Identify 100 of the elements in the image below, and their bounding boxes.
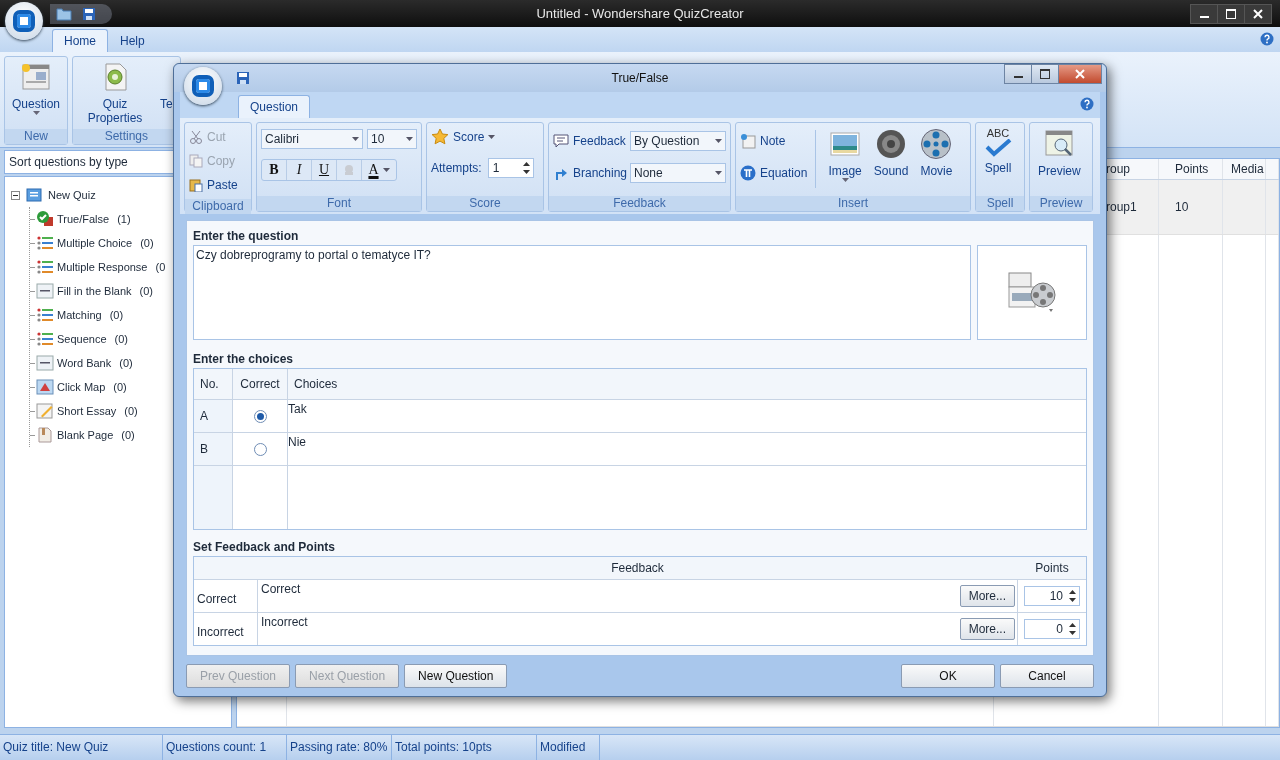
status-text: Quiz title: New Quiz (0, 735, 163, 760)
ribbon-button[interactable]: Image (824, 126, 866, 184)
radio-button[interactable] (253, 442, 267, 456)
list-icon (36, 259, 54, 275)
quiz-icon (26, 188, 42, 202)
star-icon (431, 128, 449, 146)
size-dropdown[interactable]: 10 (367, 129, 417, 149)
points-field[interactable]: 0 (1024, 619, 1080, 639)
list-icon (36, 307, 54, 323)
map-icon (36, 379, 54, 395)
save-icon[interactable] (82, 6, 96, 21)
cancel-button[interactable]: Cancel (1000, 664, 1094, 688)
folder-icon[interactable] (56, 6, 72, 21)
question-field[interactable]: Czy dobreprogramy to portal o tematyce IT? (193, 245, 971, 340)
column-header: Correct (233, 369, 288, 399)
spinner-icon (1069, 623, 1076, 635)
window-title: Untitled - Wondershare QuizCreator (535, 6, 745, 21)
italic-button[interactable]: I (287, 160, 312, 180)
tree-item[interactable]: True/False (57, 213, 110, 225)
more-button[interactable]: More... (959, 585, 1015, 607)
help-icon[interactable] (1260, 32, 1274, 46)
section-heading: Set Feedback and Points (193, 539, 337, 556)
ribbon-tab[interactable]: Home (52, 29, 108, 52)
font-color-button[interactable]: A (362, 160, 396, 180)
points-field[interactable]: 10 (1024, 586, 1080, 606)
ribbon-button[interactable]: Paste (189, 174, 247, 196)
feedback-field[interactable]: Correct (258, 580, 304, 612)
tree-item[interactable]: Blank Page (57, 429, 114, 441)
tree-item[interactable]: Word Bank (57, 357, 112, 369)
item-count: (0) (114, 333, 128, 345)
restore-button[interactable] (1217, 3, 1245, 24)
caret-icon (406, 137, 413, 141)
attempts-label: Attempts: (431, 161, 482, 175)
font-dropdown[interactable]: Calibri (261, 129, 363, 149)
tree-item[interactable]: Matching (57, 309, 102, 321)
ribbon-group: Score Attempts: 1 Score (426, 122, 544, 212)
ribbon-button[interactable]: Feedback (553, 130, 626, 152)
save-icon[interactable] (236, 71, 250, 85)
ribbon-button[interactable]: Movie (916, 126, 957, 180)
table-cell: 10 (1159, 180, 1223, 234)
ribbon-button[interactable]: Note (740, 130, 808, 152)
scissors-icon (189, 130, 203, 144)
minimize-button[interactable] (1004, 64, 1032, 84)
help-icon[interactable] (1080, 97, 1094, 111)
tree-item[interactable]: Click Map (57, 381, 106, 393)
ribbon-group: Preview Preview (1029, 122, 1093, 212)
ribbon-button[interactable]: Branching (553, 162, 628, 184)
ribbon-button[interactable]: Te (156, 59, 177, 127)
tree-item[interactable]: Sequence (57, 333, 107, 345)
bold-button[interactable]: B (262, 160, 287, 180)
ribbon-button[interactable]: Question (8, 59, 65, 127)
close-button[interactable] (1244, 3, 1272, 24)
tree-item[interactable]: Fill in the Blank (57, 285, 132, 297)
radio-button[interactable] (253, 409, 267, 423)
ribbon-tab[interactable]: Question (238, 95, 311, 118)
pi-icon (740, 165, 756, 181)
ribbon-button[interactable]: Quiz Properties (76, 59, 155, 127)
status-text: Passing rate: 80% (287, 735, 392, 760)
question-icon (20, 61, 52, 93)
ribbon-group: Question New (4, 56, 69, 145)
page-icon (36, 427, 54, 443)
tree-item[interactable]: Multiple Choice (57, 237, 133, 249)
caret-icon (841, 178, 849, 182)
list-icon (36, 235, 54, 251)
collapse-icon[interactable] (11, 190, 20, 200)
close-icon (1253, 8, 1263, 19)
column-header: Points (1034, 561, 1070, 575)
item-count: (0) (119, 357, 133, 369)
column-header[interactable]: Media (1223, 159, 1266, 179)
spell-button[interactable]: ABC Spell (980, 126, 1016, 177)
minimize-button[interactable] (1190, 3, 1218, 24)
spinner-icon (522, 162, 530, 174)
more-button[interactable]: More... (959, 618, 1015, 640)
section-heading: Enter the question (193, 228, 300, 245)
close-icon (1075, 69, 1085, 79)
attempts-field[interactable]: 1 (487, 158, 534, 178)
preview-button[interactable]: Preview (1034, 126, 1085, 180)
ribbon-tab[interactable]: Help (108, 29, 157, 52)
score-button[interactable]: Score (431, 126, 539, 148)
note-icon (740, 133, 756, 149)
column-header[interactable]: Points (1159, 159, 1223, 179)
maximize-button[interactable] (1031, 64, 1059, 84)
nav-button[interactable]: New Question (404, 664, 508, 688)
feedback-dropdown[interactable]: None (630, 163, 726, 183)
ok-button[interactable]: OK (901, 664, 995, 688)
feedback-field[interactable]: Incorrect (258, 613, 311, 645)
tree-item[interactable]: Multiple Response (57, 261, 148, 273)
app-logo-icon[interactable] (184, 67, 222, 105)
item-count: (1) (117, 213, 131, 225)
tree-item[interactable]: New Quiz (48, 189, 96, 201)
feedback-dropdown[interactable]: By Question (630, 131, 726, 151)
app-logo-icon[interactable] (5, 2, 43, 40)
status-text: Total points: 10pts (392, 735, 537, 760)
ribbon-button[interactable]: Equation (740, 162, 808, 184)
tree-item[interactable]: Short Essay (57, 405, 117, 417)
underline-button[interactable]: U (312, 160, 337, 180)
pencil-icon (36, 403, 54, 419)
ribbon-button[interactable]: Sound (869, 126, 913, 180)
list-icon (36, 331, 54, 347)
dialog-title: True/False (610, 71, 670, 85)
